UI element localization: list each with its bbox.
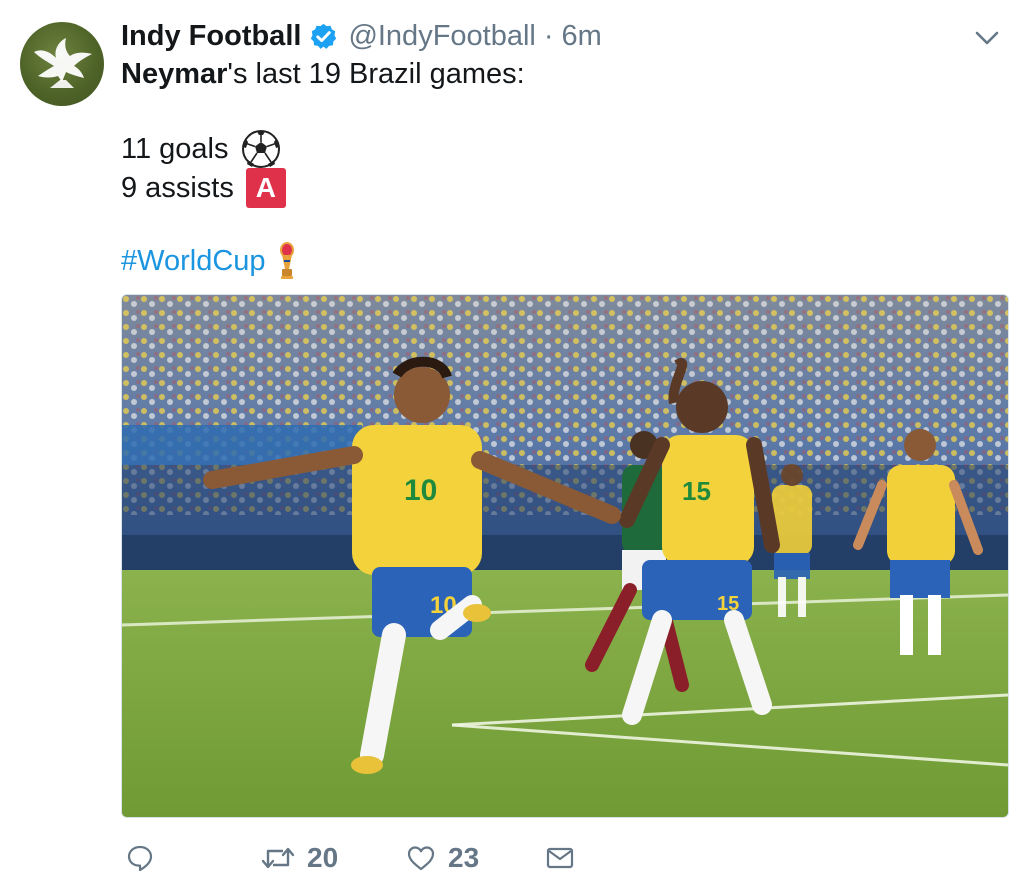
- verified-badge-icon: [309, 22, 338, 51]
- goals-text: 11 goals: [121, 133, 229, 165]
- heart-icon: [407, 846, 435, 871]
- reply-button[interactable]: [125, 838, 155, 878]
- hashtag-link[interactable]: #WorldCup: [121, 243, 266, 279]
- tweet-actions: 20 23: [121, 838, 821, 878]
- tweet-line-1-text: 's last 19 Brazil games:: [227, 58, 525, 90]
- eagle-logo-icon: [34, 38, 92, 88]
- timestamp[interactable]: 6m: [562, 20, 602, 53]
- user-handle[interactable]: @IndyFootball: [348, 20, 535, 53]
- avatar[interactable]: [20, 22, 104, 106]
- tweet-card: Indy Football @IndyFootball · 6m Neymar'…: [0, 0, 1024, 887]
- world-cup-trophy-icon: [276, 241, 298, 281]
- tweet-bold-name: Neymar: [121, 58, 228, 90]
- a-button-icon: A: [245, 168, 286, 208]
- retweet-icon: [261, 847, 295, 869]
- assists-text: 9 assists: [121, 172, 234, 204]
- svg-text:15: 15: [682, 476, 711, 506]
- retweet-count: 20: [307, 842, 339, 873]
- football-celebration-photo: 15 15 10 10: [122, 295, 1008, 817]
- separator-dot: ·: [543, 19, 554, 52]
- tweet-line-3: 9 assists A: [121, 168, 286, 208]
- envelope-icon: [546, 847, 574, 869]
- svg-text:10: 10: [404, 474, 437, 507]
- tweet-line-2: 11 goals: [121, 129, 281, 169]
- tweet-photo[interactable]: 15 15 10 10: [121, 294, 1009, 818]
- soccer-ball-icon: [241, 129, 281, 169]
- retweet-button[interactable]: 20: [261, 838, 338, 878]
- tweet-header: Indy Football @IndyFootball · 6m: [121, 16, 602, 56]
- reply-icon: [127, 845, 153, 872]
- like-count: 23: [448, 842, 480, 873]
- chevron-down-icon[interactable]: [973, 24, 1001, 52]
- tweet-line-4: #WorldCup: [121, 241, 298, 281]
- display-name[interactable]: Indy Football: [121, 20, 301, 53]
- tweet-line-1: Neymar's last 19 Brazil games:: [121, 56, 525, 92]
- direct-message-button[interactable]: [545, 838, 575, 878]
- like-button[interactable]: 23: [406, 838, 479, 878]
